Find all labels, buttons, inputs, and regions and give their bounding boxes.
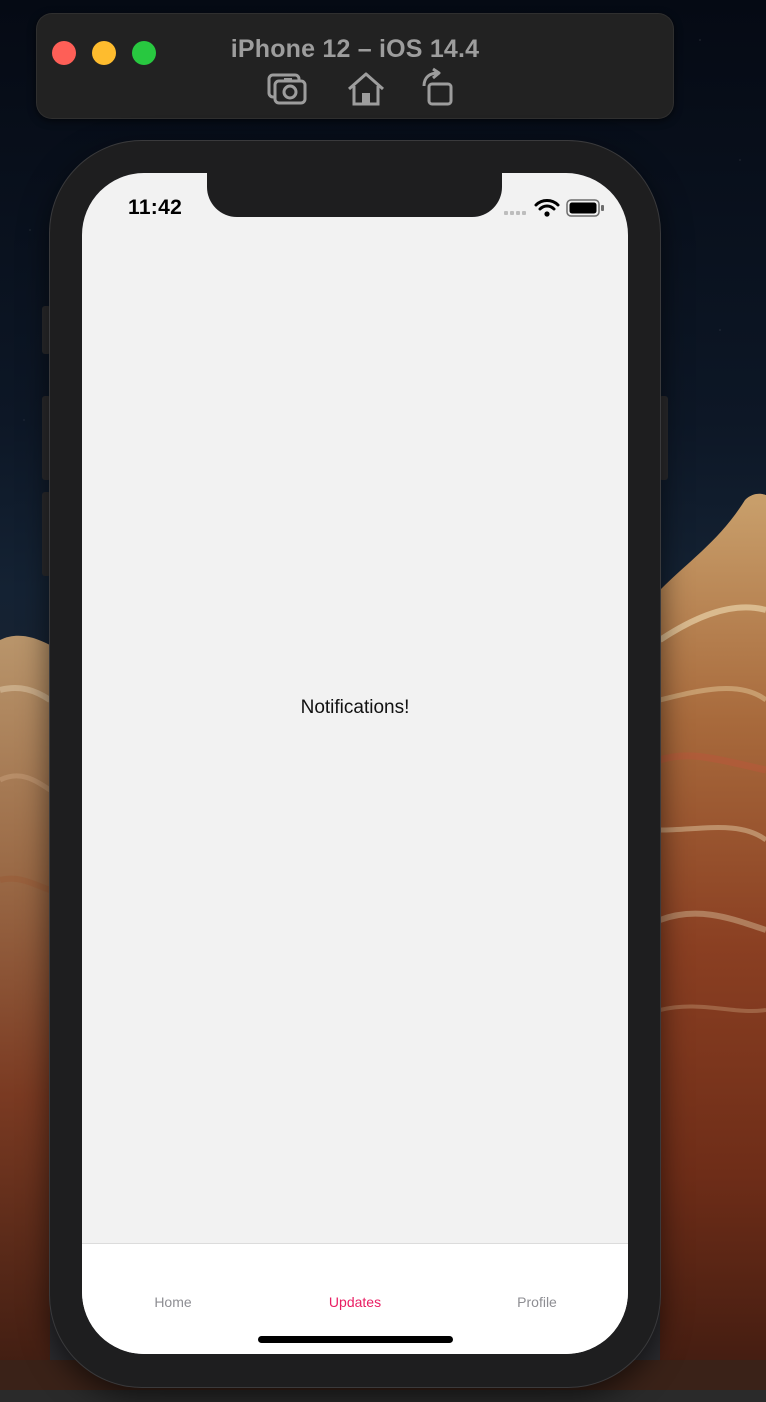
tab-updates[interactable]: Updates	[264, 1294, 446, 1310]
tab-home[interactable]: Home	[82, 1294, 264, 1310]
desktop-wallpaper: iPhone 12 – iOS 14.4 11:42 Notifications…	[0, 0, 766, 1402]
rotate-icon	[422, 67, 453, 106]
device-screen: 11:42 Notifications! Home Updates Profil…	[82, 173, 628, 1354]
power-button	[659, 396, 668, 480]
tab-profile[interactable]: Profile	[446, 1294, 628, 1310]
notch	[207, 173, 502, 217]
signal-icon	[504, 211, 526, 215]
home-icon	[348, 72, 384, 106]
simulator-title: iPhone 12 – iOS 14.4	[230, 35, 480, 63]
simulator-toolbar: iPhone 12 – iOS 14.4	[36, 13, 674, 119]
tab-bar: Home Updates Profile	[82, 1243, 628, 1354]
screenshot-button[interactable]	[265, 67, 311, 113]
rotate-button[interactable]	[416, 67, 462, 113]
status-icons	[504, 199, 604, 217]
screenshot-icon	[267, 73, 307, 105]
status-time: 11:42	[128, 196, 183, 219]
home-button[interactable]	[343, 67, 389, 113]
notifications-text: Notifications!	[300, 697, 410, 718]
wifi-icon	[534, 199, 560, 217]
home-indicator[interactable]	[258, 1336, 453, 1343]
battery-icon	[566, 199, 604, 217]
